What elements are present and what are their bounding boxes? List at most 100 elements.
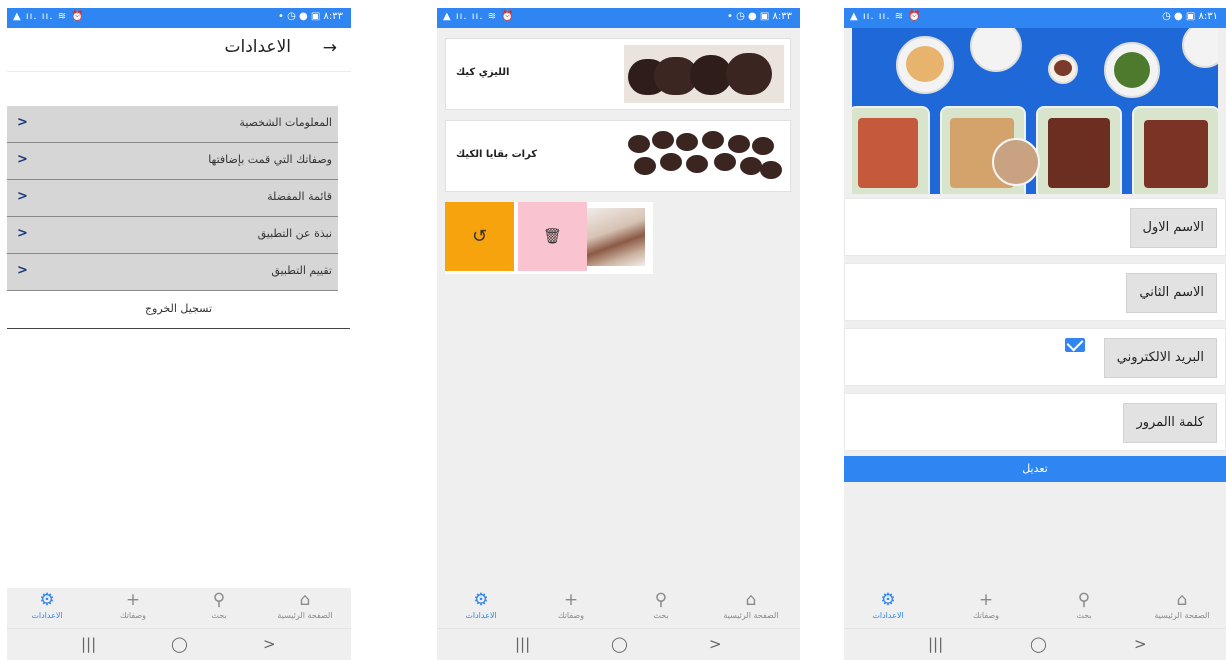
settings-item-favorites[interactable]: > قائمة المفضلة <box>7 180 338 217</box>
home-icon: ⌂ <box>745 590 757 610</box>
gear-icon: ⚙ <box>880 590 896 610</box>
home-icon: ⌂ <box>1176 590 1188 610</box>
nav-label: الصفحة الرئيسية <box>723 611 779 620</box>
chevron-right-icon: > <box>17 189 28 204</box>
recipe-name: كرات بقايا الكيك <box>456 149 538 160</box>
settings-item-personal-info[interactable]: > المعلومات الشخصية <box>7 106 338 143</box>
profile-form: الاسم الاول الاسم الثاني البريد الالكترو… <box>844 198 1226 458</box>
plus-icon: + <box>978 590 994 610</box>
last-name-row: الاسم الثاني <box>844 263 1226 321</box>
nav-search[interactable]: ⚲ بحث <box>1044 590 1124 620</box>
password-row: كلمة االمرور <box>844 393 1226 451</box>
home-circle-icon[interactable]: ◯ <box>171 635 188 653</box>
profile-screen: ▲ ıı. ıı. ≋ ⏰ ◷ ● ▣ ٨:٣١ الاسم الاول الا… <box>844 8 1226 660</box>
back-chevron-icon[interactable]: > <box>263 635 276 653</box>
nav-search[interactable]: ⚲ بحث <box>179 590 259 620</box>
first-name-button[interactable]: الاسم الاول <box>1129 208 1217 248</box>
nav-settings[interactable]: ⚙ الاعدادات <box>7 590 87 620</box>
status-left-icons: ▲ ıı. ıı. ≋ ⏰ <box>850 11 922 22</box>
nav-label: الاعدادات <box>872 611 904 620</box>
search-icon: ⚲ <box>212 590 226 610</box>
email-row: البريد الالكتروني <box>844 328 1226 386</box>
recents-icon[interactable]: ||| <box>515 635 530 653</box>
nav-settings[interactable]: ⚙ الاعدادات <box>441 590 521 620</box>
nav-label: بحث <box>1076 611 1092 620</box>
chevron-right-icon: > <box>17 115 28 130</box>
home-circle-icon[interactable]: ◯ <box>1030 635 1047 653</box>
nav-settings[interactable]: ⚙ الاعدادات <box>848 590 928 620</box>
system-nav-bar: ||| ◯ > <box>7 628 351 660</box>
plus-icon: + <box>563 590 579 610</box>
logout-button[interactable]: تسجيل الخروج <box>7 291 350 329</box>
recipes-screen: ▲ ıı. ıı. ≋ ⏰ • ◷ ● ▣ ٨:٣٣ الليزي كيك كر… <box>437 8 800 660</box>
recipe-card[interactable]: كرات بقايا الكيك <box>445 120 791 192</box>
mail-icon <box>1065 338 1085 352</box>
status-right-icons: ◷ ● ▣ ٨:٣١ <box>1162 11 1218 22</box>
status-right-icons: • ◷ ● ▣ ٨:٣٣ <box>278 11 343 22</box>
gear-icon: ⚙ <box>39 590 55 610</box>
swiped-recipe-row: ↺ 🗑 <box>445 202 653 274</box>
recipe-list: الليزي كيك كرات بقايا الكيك ↺ 🗑 <box>445 38 791 274</box>
nav-home[interactable]: ⌂ الصفحة الرئيسية <box>1142 590 1222 620</box>
nav-label: بحث <box>653 611 669 620</box>
status-left-icons: ▲ ıı. ıı. ≋ ⏰ <box>13 11 85 22</box>
recipe-image <box>624 127 784 185</box>
settings-item-my-recipes[interactable]: > وصفاتك التي قمت بإضافتها <box>7 143 338 180</box>
nav-recipes[interactable]: + وصفاتك <box>93 590 173 620</box>
settings-item-rate-app[interactable]: > تقييم التطبيق <box>7 254 338 291</box>
nav-label: الصفحة الرئيسية <box>1154 611 1210 620</box>
settings-item-label: المعلومات الشخصية <box>239 116 332 129</box>
recipe-image <box>624 45 784 103</box>
back-chevron-icon[interactable]: > <box>709 635 722 653</box>
recipe-name: الليزي كيك <box>456 67 510 78</box>
nav-search[interactable]: ⚲ بحث <box>621 590 701 620</box>
nav-label: بحث <box>211 611 227 620</box>
trash-icon[interactable]: 🗑 <box>518 202 587 271</box>
recents-icon[interactable]: ||| <box>928 635 943 653</box>
chevron-right-icon: > <box>17 263 28 278</box>
back-chevron-icon[interactable]: > <box>1134 635 1147 653</box>
settings-list: > المعلومات الشخصية > وصفاتك التي قمت بإ… <box>7 106 338 291</box>
nav-label: الاعدادات <box>31 611 63 620</box>
chevron-right-icon: > <box>17 226 28 241</box>
recents-icon[interactable]: ||| <box>81 635 96 653</box>
nav-label: الاعدادات <box>465 611 497 620</box>
status-bar: ▲ ıı. ıı. ≋ ⏰ ◷ ● ▣ ٨:٣١ <box>844 8 1226 28</box>
gear-icon: ⚙ <box>473 590 489 610</box>
back-arrow-icon[interactable]: → <box>323 38 337 58</box>
home-icon: ⌂ <box>299 590 311 610</box>
search-icon: ⚲ <box>1077 590 1091 610</box>
nav-label: وصفاتك <box>557 611 585 620</box>
status-bar: ▲ ıı. ıı. ≋ ⏰ • ◷ ● ▣ ٨:٣٣ <box>7 8 351 28</box>
nav-recipes[interactable]: + وصفاتك <box>531 590 611 620</box>
home-circle-icon[interactable]: ◯ <box>611 635 628 653</box>
app-bar: → الاعدادات <box>7 28 351 72</box>
nav-label: وصفاتك <box>972 611 1000 620</box>
plus-icon: + <box>125 590 141 610</box>
system-nav-bar: ||| ◯ > <box>437 628 800 660</box>
nav-label: وصفاتك <box>119 611 147 620</box>
bottom-nav: ⚙ الاعدادات + وصفاتك ⚲ بحث ⌂ الصفحة الرئ… <box>844 588 1226 628</box>
email-button[interactable]: البريد الالكتروني <box>1103 338 1217 378</box>
recipe-thumbnail <box>587 208 645 266</box>
edit-button[interactable]: تعديل <box>844 456 1226 482</box>
bottom-nav: ⚙ الاعدادات + وصفاتك ⚲ بحث ⌂ الصفحة الرئ… <box>7 588 351 628</box>
last-name-button[interactable]: الاسم الثاني <box>1126 273 1217 313</box>
nav-recipes[interactable]: + وصفاتك <box>946 590 1026 620</box>
settings-item-label: وصفاتك التي قمت بإضافتها <box>208 153 332 166</box>
nav-label: الصفحة الرئيسية <box>277 611 333 620</box>
food-banner-image <box>852 28 1218 194</box>
settings-item-about[interactable]: > نبذة عن التطبيق <box>7 217 338 254</box>
nav-home[interactable]: ⌂ الصفحة الرئيسية <box>265 590 345 620</box>
status-right-icons: • ◷ ● ▣ ٨:٣٣ <box>727 11 792 22</box>
password-button[interactable]: كلمة االمرور <box>1123 403 1217 443</box>
status-bar: ▲ ıı. ıı. ≋ ⏰ • ◷ ● ▣ ٨:٣٣ <box>437 8 800 28</box>
chevron-right-icon: > <box>17 152 28 167</box>
settings-screen: ▲ ıı. ıı. ≋ ⏰ • ◷ ● ▣ ٨:٣٣ → الاعدادات >… <box>7 8 351 660</box>
recipe-card[interactable]: الليزي كيك <box>445 38 791 110</box>
undo-icon[interactable]: ↺ <box>445 202 514 271</box>
system-nav-bar: ||| ◯ > <box>844 628 1226 660</box>
status-left-icons: ▲ ıı. ıı. ≋ ⏰ <box>443 11 515 22</box>
nav-home[interactable]: ⌂ الصفحة الرئيسية <box>711 590 791 620</box>
settings-item-label: نبذة عن التطبيق <box>257 227 332 240</box>
